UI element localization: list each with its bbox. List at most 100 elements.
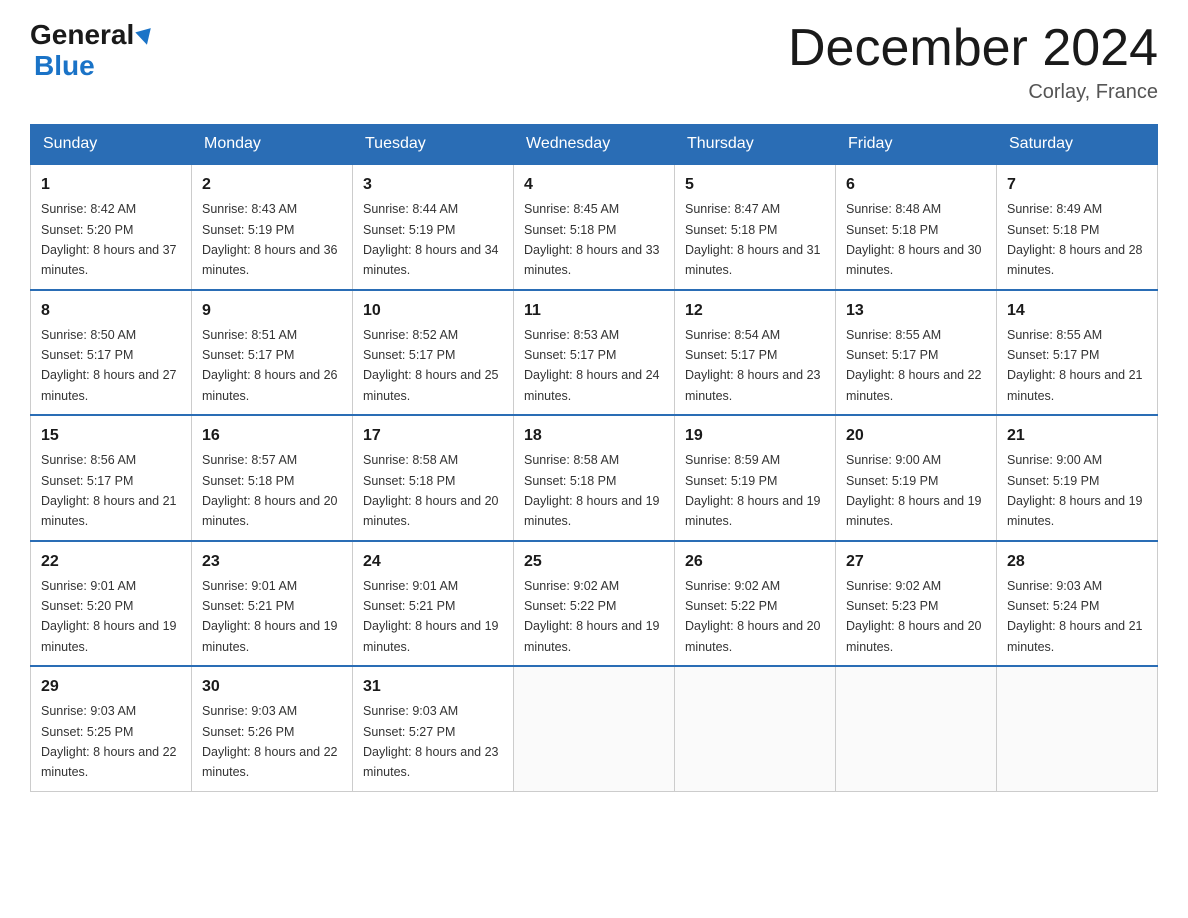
table-row: 22 Sunrise: 9:01 AMSunset: 5:20 PMDaylig…	[31, 541, 192, 667]
day-number: 7	[1007, 173, 1147, 197]
table-row: 27 Sunrise: 9:02 AMSunset: 5:23 PMDaylig…	[836, 541, 997, 667]
table-row: 9 Sunrise: 8:51 AMSunset: 5:17 PMDayligh…	[192, 290, 353, 416]
table-row	[675, 666, 836, 791]
day-info: Sunrise: 9:02 AMSunset: 5:23 PMDaylight:…	[846, 579, 982, 654]
day-number: 19	[685, 424, 825, 448]
table-row: 17 Sunrise: 8:58 AMSunset: 5:18 PMDaylig…	[353, 415, 514, 541]
day-number: 4	[524, 173, 664, 197]
day-info: Sunrise: 8:58 AMSunset: 5:18 PMDaylight:…	[524, 453, 660, 528]
day-number: 5	[685, 173, 825, 197]
day-number: 29	[41, 675, 181, 699]
day-number: 15	[41, 424, 181, 448]
day-number: 6	[846, 173, 986, 197]
day-info: Sunrise: 8:59 AMSunset: 5:19 PMDaylight:…	[685, 453, 821, 528]
table-row: 25 Sunrise: 9:02 AMSunset: 5:22 PMDaylig…	[514, 541, 675, 667]
table-row	[836, 666, 997, 791]
day-info: Sunrise: 8:53 AMSunset: 5:17 PMDaylight:…	[524, 328, 660, 403]
day-info: Sunrise: 8:54 AMSunset: 5:17 PMDaylight:…	[685, 328, 821, 403]
table-row: 16 Sunrise: 8:57 AMSunset: 5:18 PMDaylig…	[192, 415, 353, 541]
table-row: 13 Sunrise: 8:55 AMSunset: 5:17 PMDaylig…	[836, 290, 997, 416]
day-number: 25	[524, 550, 664, 574]
calendar-week-row: 1 Sunrise: 8:42 AMSunset: 5:20 PMDayligh…	[31, 164, 1158, 290]
day-number: 12	[685, 299, 825, 323]
day-info: Sunrise: 8:48 AMSunset: 5:18 PMDaylight:…	[846, 202, 982, 277]
day-number: 8	[41, 299, 181, 323]
location: Corlay, France	[788, 81, 1158, 104]
table-row	[997, 666, 1158, 791]
day-number: 21	[1007, 424, 1147, 448]
day-number: 1	[41, 173, 181, 197]
day-number: 11	[524, 299, 664, 323]
logo-general-text: General	[30, 20, 134, 51]
day-number: 3	[363, 173, 503, 197]
title-area: December 2024 Corlay, France	[788, 20, 1158, 104]
day-info: Sunrise: 9:03 AMSunset: 5:27 PMDaylight:…	[363, 704, 499, 779]
day-number: 27	[846, 550, 986, 574]
day-info: Sunrise: 8:43 AMSunset: 5:19 PMDaylight:…	[202, 202, 338, 277]
day-number: 16	[202, 424, 342, 448]
col-wednesday: Wednesday	[514, 125, 675, 165]
day-info: Sunrise: 9:02 AMSunset: 5:22 PMDaylight:…	[685, 579, 821, 654]
day-info: Sunrise: 8:49 AMSunset: 5:18 PMDaylight:…	[1007, 202, 1143, 277]
day-info: Sunrise: 8:45 AMSunset: 5:18 PMDaylight:…	[524, 202, 660, 277]
day-number: 30	[202, 675, 342, 699]
page-header: General Blue December 2024 Corlay, Franc…	[30, 20, 1158, 104]
table-row: 24 Sunrise: 9:01 AMSunset: 5:21 PMDaylig…	[353, 541, 514, 667]
day-number: 10	[363, 299, 503, 323]
day-number: 18	[524, 424, 664, 448]
day-info: Sunrise: 9:01 AMSunset: 5:20 PMDaylight:…	[41, 579, 177, 654]
day-number: 2	[202, 173, 342, 197]
table-row: 10 Sunrise: 8:52 AMSunset: 5:17 PMDaylig…	[353, 290, 514, 416]
col-thursday: Thursday	[675, 125, 836, 165]
day-info: Sunrise: 8:50 AMSunset: 5:17 PMDaylight:…	[41, 328, 177, 403]
day-info: Sunrise: 8:47 AMSunset: 5:18 PMDaylight:…	[685, 202, 821, 277]
table-row: 14 Sunrise: 8:55 AMSunset: 5:17 PMDaylig…	[997, 290, 1158, 416]
calendar-week-row: 15 Sunrise: 8:56 AMSunset: 5:17 PMDaylig…	[31, 415, 1158, 541]
table-row: 5 Sunrise: 8:47 AMSunset: 5:18 PMDayligh…	[675, 164, 836, 290]
table-row: 15 Sunrise: 8:56 AMSunset: 5:17 PMDaylig…	[31, 415, 192, 541]
table-row: 21 Sunrise: 9:00 AMSunset: 5:19 PMDaylig…	[997, 415, 1158, 541]
table-row: 30 Sunrise: 9:03 AMSunset: 5:26 PMDaylig…	[192, 666, 353, 791]
day-info: Sunrise: 8:55 AMSunset: 5:17 PMDaylight:…	[1007, 328, 1143, 403]
table-row: 20 Sunrise: 9:00 AMSunset: 5:19 PMDaylig…	[836, 415, 997, 541]
table-row: 4 Sunrise: 8:45 AMSunset: 5:18 PMDayligh…	[514, 164, 675, 290]
table-row: 11 Sunrise: 8:53 AMSunset: 5:17 PMDaylig…	[514, 290, 675, 416]
table-row: 23 Sunrise: 9:01 AMSunset: 5:21 PMDaylig…	[192, 541, 353, 667]
table-row: 7 Sunrise: 8:49 AMSunset: 5:18 PMDayligh…	[997, 164, 1158, 290]
day-info: Sunrise: 8:52 AMSunset: 5:17 PMDaylight:…	[363, 328, 499, 403]
table-row	[514, 666, 675, 791]
day-info: Sunrise: 8:44 AMSunset: 5:19 PMDaylight:…	[363, 202, 499, 277]
col-friday: Friday	[836, 125, 997, 165]
day-number: 22	[41, 550, 181, 574]
logo-blue-text: Blue	[34, 51, 153, 82]
calendar-week-row: 29 Sunrise: 9:03 AMSunset: 5:25 PMDaylig…	[31, 666, 1158, 791]
day-info: Sunrise: 9:01 AMSunset: 5:21 PMDaylight:…	[202, 579, 338, 654]
day-number: 26	[685, 550, 825, 574]
day-number: 28	[1007, 550, 1147, 574]
table-row: 3 Sunrise: 8:44 AMSunset: 5:19 PMDayligh…	[353, 164, 514, 290]
col-sunday: Sunday	[31, 125, 192, 165]
day-info: Sunrise: 9:00 AMSunset: 5:19 PMDaylight:…	[1007, 453, 1143, 528]
day-info: Sunrise: 8:55 AMSunset: 5:17 PMDaylight:…	[846, 328, 982, 403]
col-tuesday: Tuesday	[353, 125, 514, 165]
day-number: 13	[846, 299, 986, 323]
day-info: Sunrise: 8:57 AMSunset: 5:18 PMDaylight:…	[202, 453, 338, 528]
table-row: 31 Sunrise: 9:03 AMSunset: 5:27 PMDaylig…	[353, 666, 514, 791]
day-info: Sunrise: 9:03 AMSunset: 5:25 PMDaylight:…	[41, 704, 177, 779]
calendar-table: Sunday Monday Tuesday Wednesday Thursday…	[30, 124, 1158, 792]
table-row: 12 Sunrise: 8:54 AMSunset: 5:17 PMDaylig…	[675, 290, 836, 416]
table-row: 26 Sunrise: 9:02 AMSunset: 5:22 PMDaylig…	[675, 541, 836, 667]
table-row: 19 Sunrise: 8:59 AMSunset: 5:19 PMDaylig…	[675, 415, 836, 541]
day-number: 17	[363, 424, 503, 448]
table-row: 6 Sunrise: 8:48 AMSunset: 5:18 PMDayligh…	[836, 164, 997, 290]
day-info: Sunrise: 8:42 AMSunset: 5:20 PMDaylight:…	[41, 202, 177, 277]
day-number: 20	[846, 424, 986, 448]
table-row: 2 Sunrise: 8:43 AMSunset: 5:19 PMDayligh…	[192, 164, 353, 290]
day-info: Sunrise: 9:00 AMSunset: 5:19 PMDaylight:…	[846, 453, 982, 528]
table-row: 1 Sunrise: 8:42 AMSunset: 5:20 PMDayligh…	[31, 164, 192, 290]
day-info: Sunrise: 9:03 AMSunset: 5:26 PMDaylight:…	[202, 704, 338, 779]
day-info: Sunrise: 8:51 AMSunset: 5:17 PMDaylight:…	[202, 328, 338, 403]
calendar-header-row: Sunday Monday Tuesday Wednesday Thursday…	[31, 125, 1158, 165]
logo-triangle-icon	[136, 28, 155, 47]
day-info: Sunrise: 8:58 AMSunset: 5:18 PMDaylight:…	[363, 453, 499, 528]
